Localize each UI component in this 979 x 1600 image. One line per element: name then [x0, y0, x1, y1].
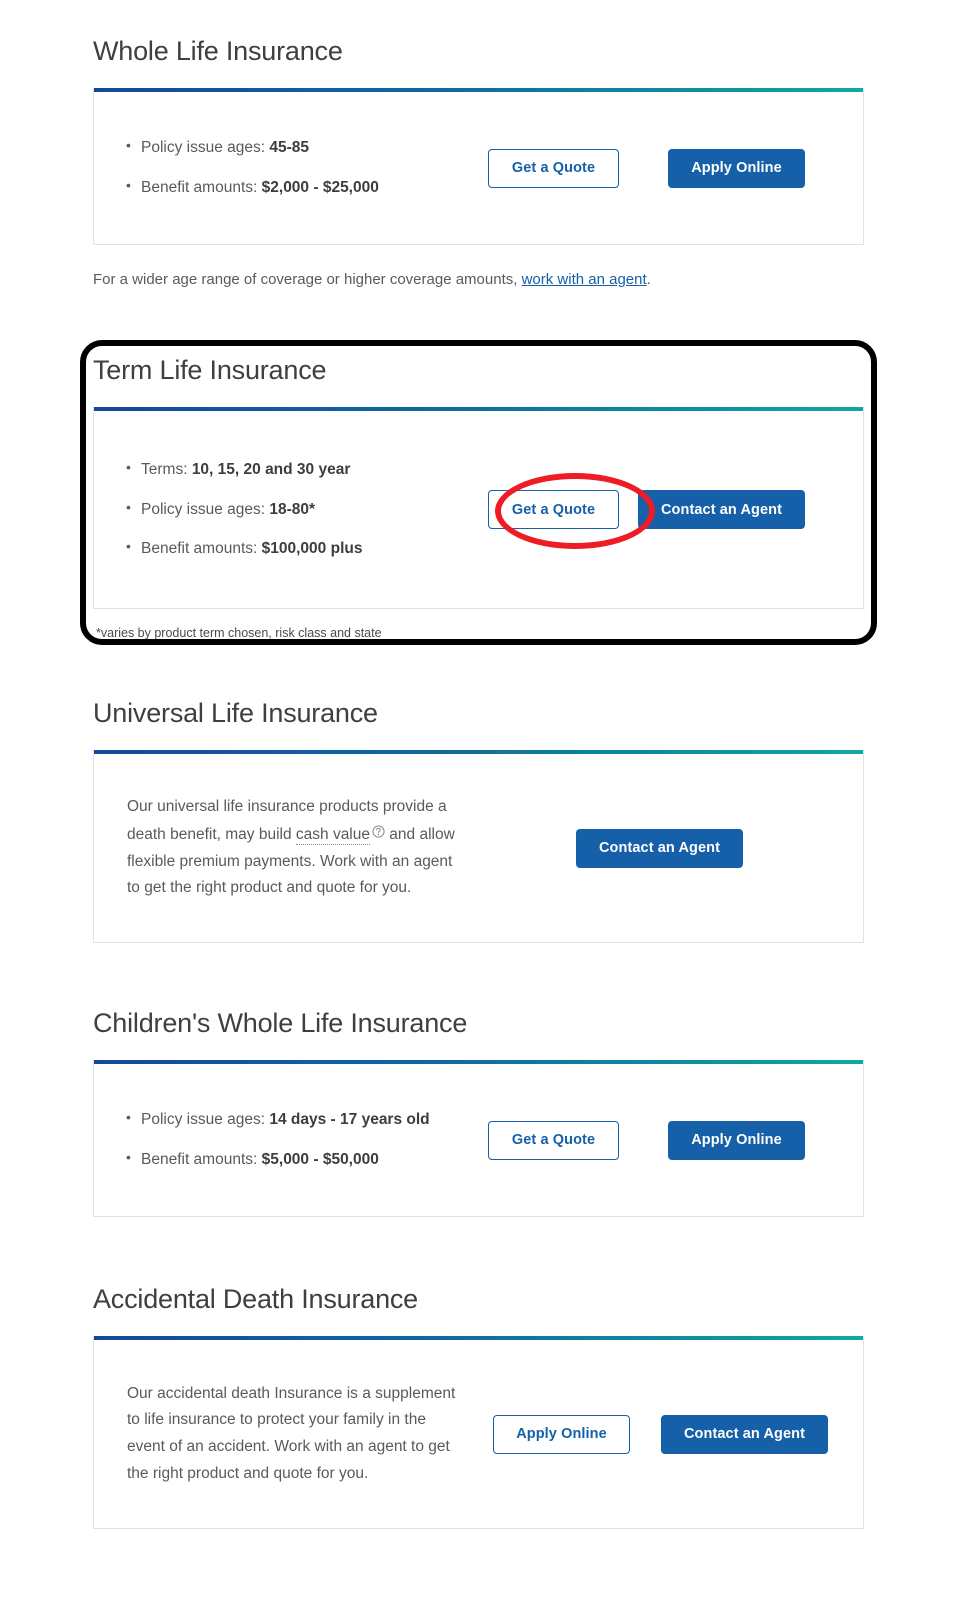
bullet-label: Terms:	[141, 461, 188, 479]
section-term-life: Term Life Insurance Terms: 10, 15, 20 an…	[93, 355, 864, 640]
get-a-quote-button[interactable]: Get a Quote	[488, 490, 619, 530]
work-with-an-agent-link[interactable]: work with an agent	[522, 271, 647, 288]
page-title-accidental-death: Accidental Death Insurance	[93, 1284, 418, 1314]
card-universal-life: Our universal life insurance products pr…	[93, 750, 864, 944]
universal-life-description: Our universal life insurance products pr…	[127, 794, 457, 902]
note-prefix: For a wider age range of coverage or hig…	[93, 271, 522, 289]
bullet-value: 18-80*	[269, 500, 316, 518]
bullet-label: Benefit amounts:	[141, 540, 258, 558]
card-body-accidental-death: Our accidental death Insurance is a supp…	[94, 1340, 863, 1528]
list-item: Benefit amounts: $100,000 plus	[122, 537, 488, 560]
apply-online-button[interactable]: Apply Online	[493, 1414, 630, 1454]
bullet-value: 14 days - 17 years old	[269, 1111, 430, 1129]
card-body-whole-life: Policy issue ages: 45-85 Benefit amounts…	[94, 92, 863, 244]
wider-age-range-note: For a wider age range of coverage or hig…	[93, 269, 864, 290]
actions-universal-life: Contact an Agent	[576, 828, 743, 868]
details-term-life: Terms: 10, 15, 20 and 30 year Policy iss…	[122, 458, 488, 560]
bullet-label: Policy issue ages:	[141, 1111, 266, 1129]
insurance-products-page: Whole Life Insurance Policy issue ages: …	[0, 0, 979, 1600]
actions-term-life: Get a Quote Contact an Agent	[488, 490, 805, 530]
page-title-universal-life: Universal Life Insurance	[93, 698, 378, 728]
card-body-childrens-whole-life: Policy issue ages: 14 days - 17 years ol…	[94, 1064, 863, 1216]
card-body-term-life: Terms: 10, 15, 20 and 30 year Policy iss…	[94, 411, 863, 608]
page-title-whole-life: Whole Life Insurance	[93, 36, 343, 66]
card-term-life: Terms: 10, 15, 20 and 30 year Policy iss…	[93, 407, 864, 610]
list-item: Benefit amounts: $5,000 - $50,000	[122, 1148, 488, 1171]
bullet-list: Policy issue ages: 45-85 Benefit amounts…	[122, 136, 488, 199]
actions-childrens-whole-life: Get a Quote Apply Online	[488, 1120, 805, 1160]
card-childrens-whole-life: Policy issue ages: 14 days - 17 years ol…	[93, 1060, 864, 1218]
bullet-label: Policy issue ages:	[141, 139, 266, 157]
note-suffix: .	[646, 271, 651, 289]
bullet-value: $100,000 plus	[261, 540, 363, 558]
contact-an-agent-button[interactable]: Contact an Agent	[661, 1414, 828, 1454]
bullet-label: Benefit amounts:	[141, 1151, 258, 1169]
get-a-quote-button[interactable]: Get a Quote	[488, 148, 619, 188]
list-item: Policy issue ages: 18-80*	[122, 498, 488, 521]
get-a-quote-button[interactable]: Get a Quote	[488, 1120, 619, 1160]
actions-accidental-death: Apply Online Contact an Agent	[493, 1414, 828, 1454]
list-item: Policy issue ages: 14 days - 17 years ol…	[122, 1108, 488, 1131]
bullet-value: 45-85	[269, 139, 310, 157]
apply-online-button[interactable]: Apply Online	[668, 148, 805, 188]
term-life-footnote: *varies by product term chosen, risk cla…	[96, 626, 382, 641]
details-childrens-whole-life: Policy issue ages: 14 days - 17 years ol…	[122, 1108, 488, 1171]
details-universal-life: Our universal life insurance products pr…	[127, 794, 493, 902]
contact-an-agent-button[interactable]: Contact an Agent	[576, 828, 743, 868]
bullet-value: 10, 15, 20 and 30 year	[191, 461, 351, 479]
section-universal-life: Universal Life Insurance Our universal l…	[93, 698, 864, 944]
list-item: Benefit amounts: $2,000 - $25,000	[122, 176, 488, 199]
actions-whole-life: Get a Quote Apply Online	[488, 148, 805, 188]
page-title-term-life: Term Life Insurance	[93, 355, 327, 385]
apply-online-button[interactable]: Apply Online	[668, 1120, 805, 1160]
details-accidental-death: Our accidental death Insurance is a supp…	[127, 1381, 493, 1488]
list-item: Policy issue ages: 45-85	[122, 136, 488, 159]
card-body-universal-life: Our universal life insurance products pr…	[94, 754, 863, 942]
bullet-label: Benefit amounts:	[141, 179, 258, 197]
card-whole-life: Policy issue ages: 45-85 Benefit amounts…	[93, 88, 864, 246]
section-childrens-whole-life: Children's Whole Life Insurance Policy i…	[93, 1008, 864, 1218]
accidental-death-description: Our accidental death Insurance is a supp…	[127, 1384, 456, 1482]
page-title-childrens-whole-life: Children's Whole Life Insurance	[93, 1008, 468, 1038]
cash-value-tooltip-term[interactable]: cash value	[295, 825, 370, 845]
card-accidental-death: Our accidental death Insurance is a supp…	[93, 1336, 864, 1530]
contact-an-agent-button[interactable]: Contact an Agent	[638, 490, 805, 530]
details-whole-life: Policy issue ages: 45-85 Benefit amounts…	[122, 136, 488, 199]
bullet-value: $5,000 - $50,000	[261, 1151, 379, 1169]
bullet-list: Policy issue ages: 14 days - 17 years ol…	[122, 1108, 488, 1171]
list-item: Terms: 10, 15, 20 and 30 year	[122, 458, 488, 481]
bullet-value: $2,000 - $25,000	[261, 179, 379, 197]
question-circle-icon[interactable]	[372, 821, 385, 838]
bullet-label: Policy issue ages:	[141, 500, 266, 518]
section-accidental-death: Accidental Death Insurance Our accidenta…	[93, 1284, 864, 1530]
bullet-list: Terms: 10, 15, 20 and 30 year Policy iss…	[122, 458, 488, 560]
section-whole-life: Whole Life Insurance Policy issue ages: …	[93, 36, 864, 290]
